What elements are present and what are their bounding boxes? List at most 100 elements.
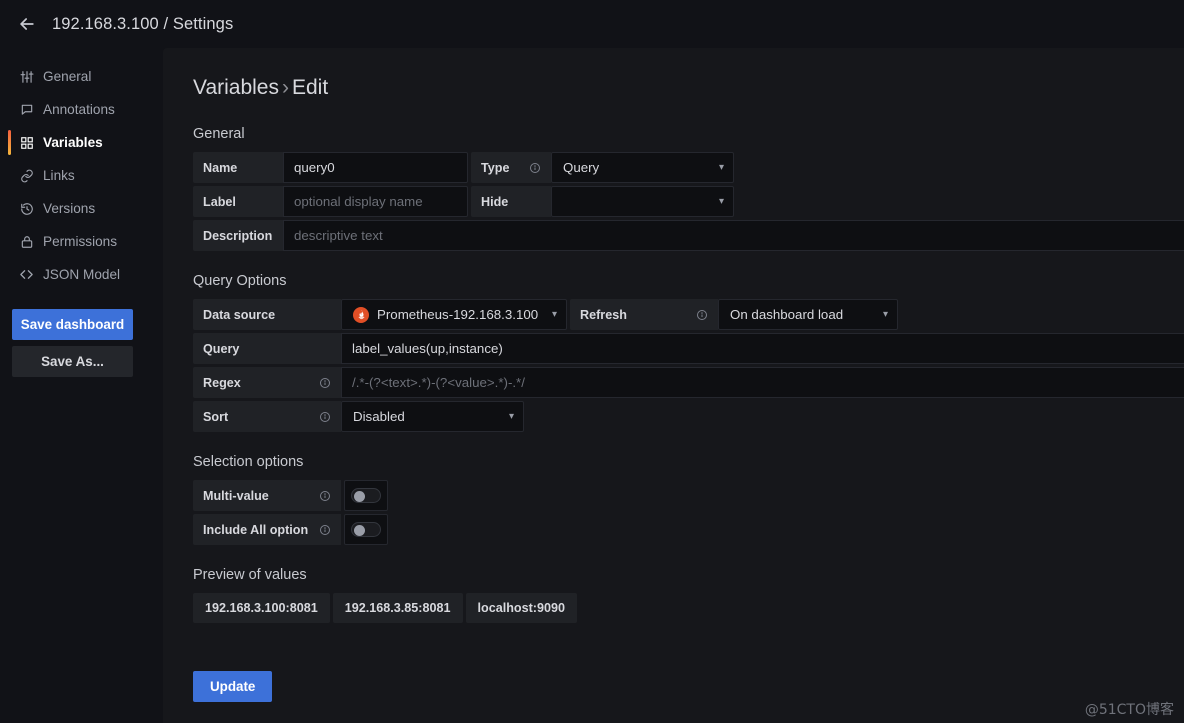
query-options-row-query: Query: [193, 333, 1184, 364]
breadcrumb: 192.168.3.100 / Settings: [52, 14, 234, 33]
query-options-heading: Query Options: [193, 273, 287, 289]
sidebar-item-label: JSON Model: [43, 267, 121, 282]
include-all-label-wrap: Include All option: [193, 514, 341, 545]
label-input[interactable]: [283, 186, 468, 217]
regex-label: Regex: [203, 375, 241, 390]
dashboard-settings-page: 192.168.3.100 / Settings General Annotat…: [0, 0, 1184, 723]
datasource-select[interactable]: Prometheus-192.168.3.100 ▾: [341, 299, 567, 330]
general-row-label-hide: Label Hide ▾: [193, 186, 1184, 217]
sliders-icon: [19, 69, 34, 84]
preview-chip: localhost:9090: [465, 593, 577, 623]
page-title-separator: ›: [282, 76, 289, 99]
multi-value-label-wrap: Multi-value: [193, 480, 341, 511]
top-bar: 192.168.3.100 / Settings: [0, 0, 1184, 48]
info-icon[interactable]: [319, 411, 331, 423]
label-label: Label: [193, 186, 283, 217]
info-icon[interactable]: [319, 490, 331, 502]
preview-chip: 192.168.3.85:8081: [332, 593, 463, 623]
grid-icon: [19, 135, 34, 150]
sort-select-value: Disabled: [353, 409, 405, 424]
back-arrow-icon[interactable]: [14, 11, 40, 37]
settings-sidebar: General Annotations Variables Links Vers…: [0, 48, 163, 723]
preview-of-values-section: Preview of values 192.168.3.100:8081 192…: [193, 567, 1184, 623]
lock-icon: [19, 234, 34, 249]
sidebar-item-general[interactable]: General: [0, 60, 163, 93]
sort-select[interactable]: Disabled ▾: [341, 401, 524, 432]
type-select-value: Query: [563, 160, 600, 175]
chevron-down-icon: ▾: [508, 411, 514, 422]
save-dashboard-button[interactable]: Save dashboard: [12, 309, 133, 340]
code-icon: [19, 267, 34, 282]
sidebar-item-versions[interactable]: Versions: [0, 192, 163, 225]
save-as-button[interactable]: Save As...: [12, 346, 133, 377]
sidebar-item-label: Permissions: [43, 234, 118, 249]
query-label: Query: [193, 333, 341, 364]
include-all-toggle[interactable]: [344, 514, 388, 545]
history-icon: [19, 201, 34, 216]
watermark: @51CTO博客: [1084, 702, 1174, 718]
sidebar-item-permissions[interactable]: Permissions: [0, 225, 163, 258]
hide-field: Hide ▾: [471, 186, 734, 217]
info-icon[interactable]: [529, 162, 541, 174]
query-options-row-sort: Sort Disabled ▾: [193, 401, 1184, 432]
info-icon[interactable]: [696, 309, 708, 321]
prometheus-logo-icon: [353, 306, 369, 323]
type-label: Type: [481, 160, 510, 175]
chevron-down-icon: ▾: [882, 309, 888, 320]
label-field: Label: [193, 186, 468, 217]
sidebar-item-links[interactable]: Links: [0, 159, 163, 192]
query-options-section: Query Options Data source Prometheus-192…: [193, 273, 1184, 432]
sidebar-item-label: Links: [43, 168, 75, 183]
general-section: General Name Type: [193, 126, 1184, 251]
multi-value-label: Multi-value: [203, 488, 269, 503]
refresh-select-value: On dashboard load: [730, 307, 844, 322]
comment-icon: [19, 102, 34, 117]
refresh-field: Refresh On dashboard load ▾: [570, 299, 898, 330]
selection-row-multi-value: Multi-value: [193, 480, 1184, 511]
datasource-select-value: Prometheus-192.168.3.100: [377, 307, 539, 322]
info-icon[interactable]: [319, 377, 331, 389]
chevron-down-icon: ▾: [718, 162, 724, 173]
selection-options-heading: Selection options: [193, 454, 304, 470]
sort-field: Sort Disabled ▾: [193, 401, 524, 432]
query-input[interactable]: [341, 333, 1184, 364]
multi-value-toggle[interactable]: [344, 480, 388, 511]
description-field: Description: [193, 220, 1184, 251]
chevron-down-icon: ▾: [551, 309, 557, 320]
info-icon[interactable]: [319, 524, 331, 536]
type-select[interactable]: Query ▾: [551, 152, 734, 183]
page-title-main: Variables: [193, 76, 279, 99]
sidebar-item-annotations[interactable]: Annotations: [0, 93, 163, 126]
regex-input[interactable]: [341, 367, 1184, 398]
chevron-down-icon: ▾: [718, 196, 724, 207]
sidebar-actions: Save dashboard Save As...: [0, 291, 163, 377]
preview-chip-list: 192.168.3.100:8081 192.168.3.85:8081 loc…: [193, 593, 1184, 623]
sidebar-item-label: Variables: [43, 135, 103, 150]
settings-content-panel: Variables›Edit General Name Type: [163, 48, 1184, 723]
sidebar-item-variables[interactable]: Variables: [0, 126, 163, 159]
sidebar-item-label: Annotations: [43, 102, 115, 117]
preview-chip: 192.168.3.100:8081: [193, 593, 330, 623]
page-title: Variables › Edit: [193, 76, 1184, 100]
query-options-row-datasource: Data source Prometheus-192.168.3.100 ▾ R…: [193, 299, 1184, 330]
sidebar-item-label: Versions: [43, 201, 96, 216]
page-title-sub: Edit: [292, 76, 329, 99]
update-button[interactable]: Update: [193, 671, 273, 702]
description-input[interactable]: [283, 220, 1184, 251]
refresh-label: Refresh: [580, 307, 627, 322]
query-options-row-regex: Regex: [193, 367, 1184, 398]
hide-select[interactable]: ▾: [551, 186, 734, 217]
sidebar-item-label: General: [43, 69, 92, 84]
sidebar-item-json-model[interactable]: JSON Model: [0, 258, 163, 291]
name-input[interactable]: [283, 152, 468, 183]
type-label-wrap: Type: [471, 152, 551, 183]
link-icon: [19, 168, 34, 183]
preview-heading: Preview of values: [193, 567, 307, 583]
name-label: Name: [193, 152, 283, 183]
refresh-select[interactable]: On dashboard load ▾: [718, 299, 898, 330]
general-row-description: Description: [193, 220, 1184, 251]
regex-label-wrap: Regex: [193, 367, 341, 398]
sort-label-wrap: Sort: [193, 401, 341, 432]
query-field: Query: [193, 333, 1184, 364]
selection-options-section: Selection options Multi-value Include Al…: [193, 454, 1184, 545]
